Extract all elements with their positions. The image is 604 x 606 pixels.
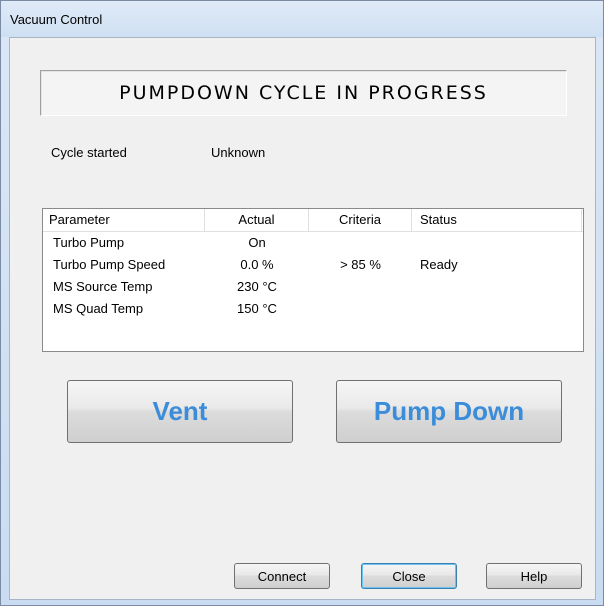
parameter-cell: Turbo Pump xyxy=(53,235,125,250)
table-row: Turbo Pump Speed 0.0 % > 85 % Ready xyxy=(43,255,583,277)
actual-cell: On xyxy=(248,235,266,250)
table-row: Turbo Pump On xyxy=(43,233,583,255)
parameter-cell: MS Quad Temp xyxy=(53,301,144,316)
status-cell: Ready xyxy=(420,257,458,272)
status-banner: PUMPDOWN CYCLE IN PROGRESS xyxy=(40,70,567,116)
connect-button[interactable]: Connect xyxy=(234,563,330,589)
criteria-cell: > 85 % xyxy=(340,257,381,272)
actual-cell: 150 °C xyxy=(237,301,277,316)
help-button[interactable]: Help xyxy=(486,563,582,589)
table-header: Parameter Actual Criteria Status xyxy=(43,209,583,232)
table-row: MS Quad Temp 150 °C xyxy=(43,299,583,321)
close-button-label: Close xyxy=(392,568,426,584)
parameter-cell: Turbo Pump Speed xyxy=(53,257,166,272)
column-header-criteria[interactable]: Criteria xyxy=(309,209,412,231)
connect-button-label: Connect xyxy=(257,568,307,584)
vacuum-control-window: Vacuum Control PUMPDOWN CYCLE IN PROGRES… xyxy=(0,0,604,606)
column-header-actual[interactable]: Actual xyxy=(205,209,309,231)
pump-down-button[interactable]: Pump Down xyxy=(336,380,562,443)
column-header-parameter[interactable]: Parameter xyxy=(43,209,205,231)
parameter-cell: MS Source Temp xyxy=(53,279,153,294)
close-button[interactable]: Close xyxy=(361,563,457,589)
window-title: Vacuum Control xyxy=(10,12,103,27)
column-header-status[interactable]: Status xyxy=(412,209,582,231)
title-bar[interactable]: Vacuum Control xyxy=(1,1,603,37)
help-button-label: Help xyxy=(520,568,548,584)
cycle-started-value: Unknown xyxy=(211,145,266,160)
actual-cell: 230 °C xyxy=(237,279,277,294)
table-row: MS Source Temp 230 °C xyxy=(43,277,583,299)
vent-button[interactable]: Vent xyxy=(67,380,293,443)
actual-cell: 0.0 % xyxy=(240,257,274,272)
cycle-started-label: Cycle started xyxy=(51,145,127,160)
parameter-table: Parameter Actual Criteria Status Turbo P… xyxy=(42,208,584,352)
dialog-client-area: PUMPDOWN CYCLE IN PROGRESS Cycle started… xyxy=(9,37,596,600)
